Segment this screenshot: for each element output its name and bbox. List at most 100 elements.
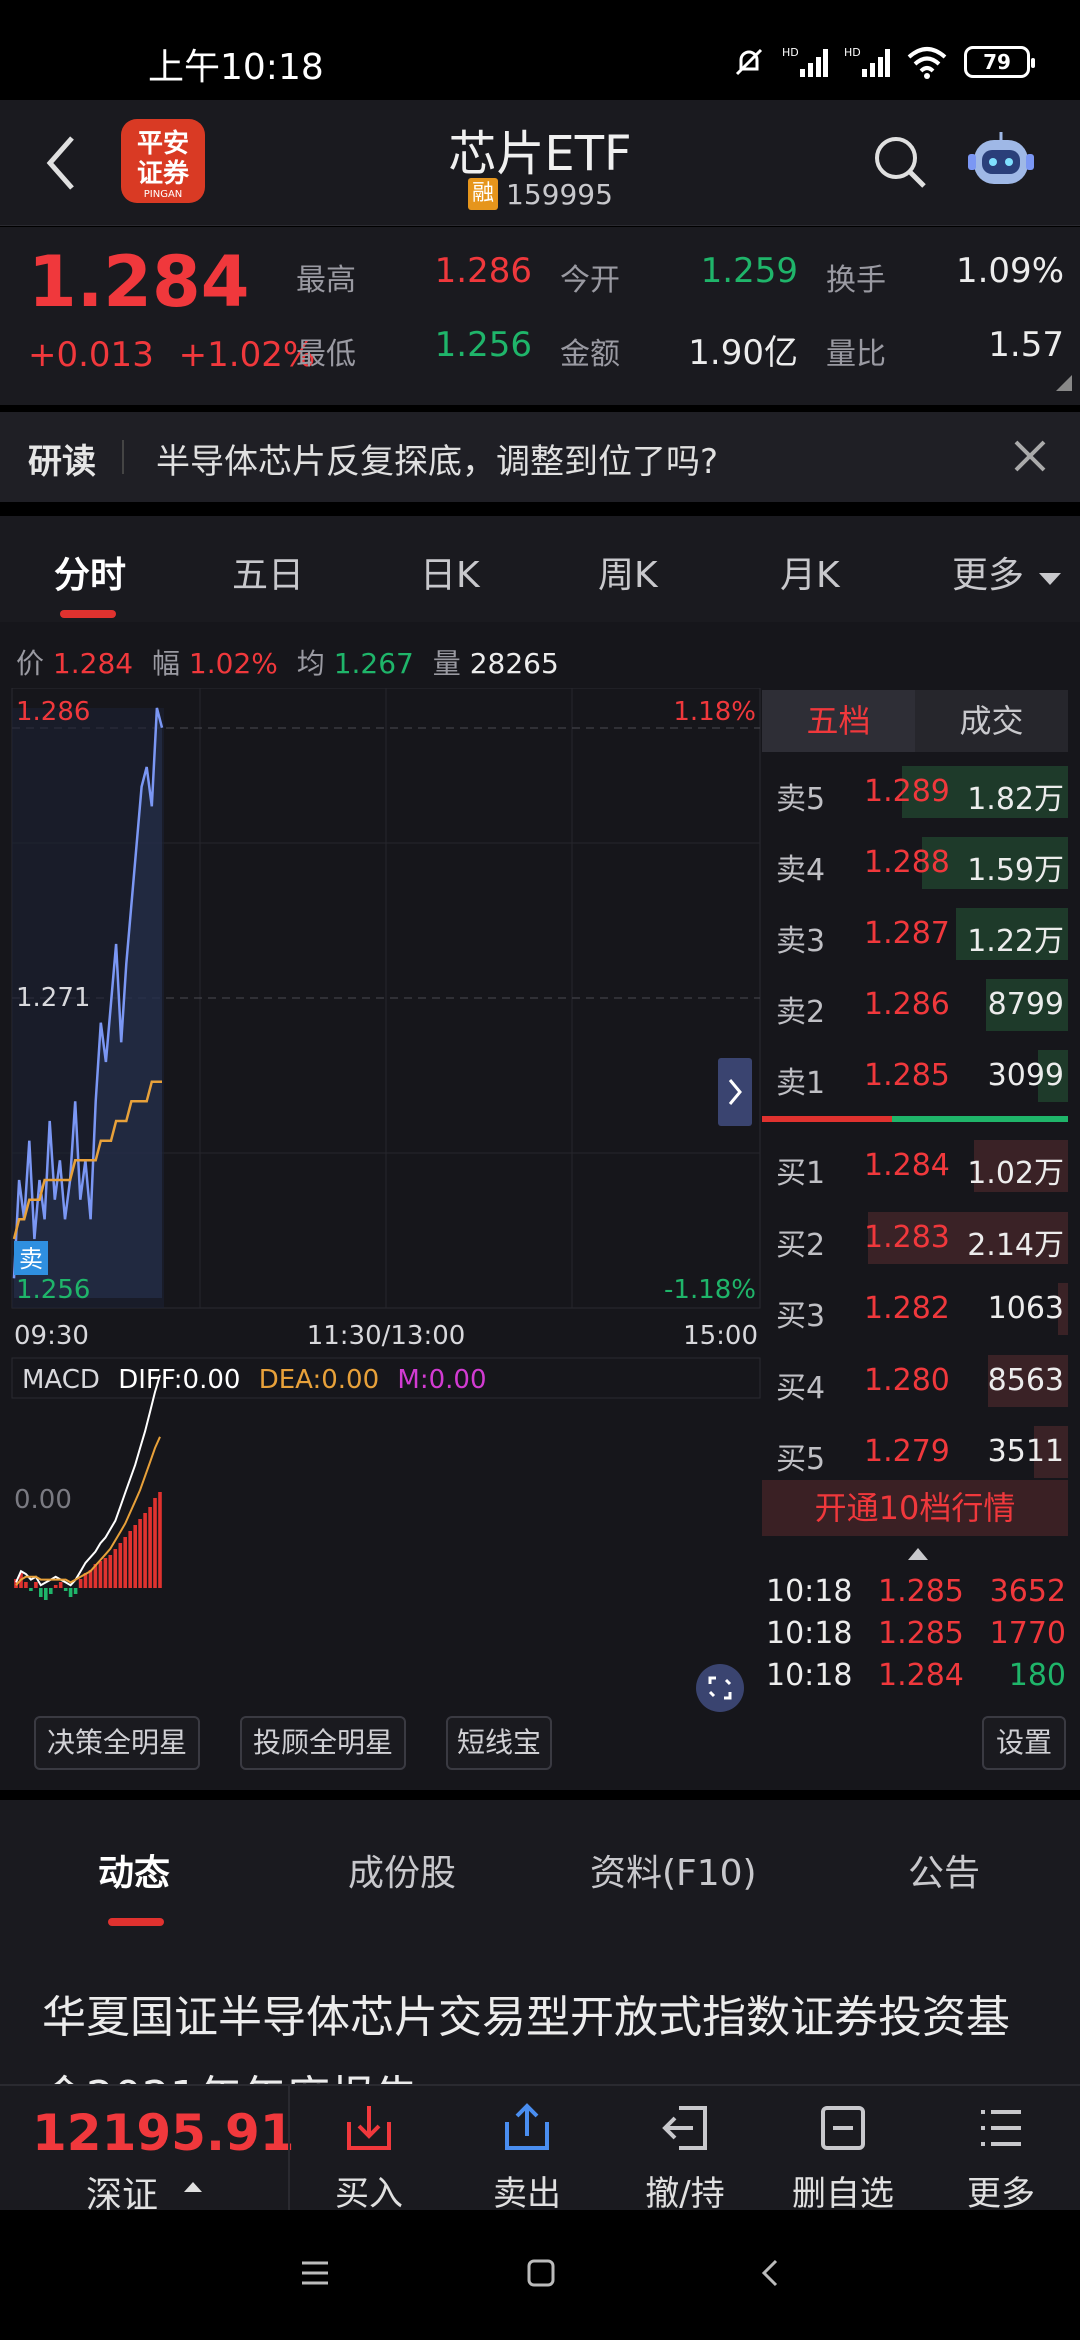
macd-bar [143, 1513, 147, 1588]
tab-intraday[interactable]: 分时 [54, 546, 126, 598]
macd-m: M:0.00 [397, 1365, 486, 1395]
macd-bar [138, 1519, 142, 1588]
logo-sub: PINGAN [143, 189, 183, 200]
trade-time: 10:18 [766, 1658, 853, 1693]
article-item[interactable]: 华夏国证半导体芯片交易型开放式指数证券投资基金2021年年度报告 [0, 1926, 1080, 2084]
index-expand-icon[interactable] [184, 2182, 202, 2192]
cancel-hold-button[interactable]: 撤/持 [610, 2086, 760, 2214]
sell-button[interactable]: 卖出 [452, 2086, 602, 2214]
remove-watchlist-button[interactable]: 删自选 [768, 2086, 918, 2214]
macd-bar [78, 1579, 83, 1588]
level-volume: 1.59万 [967, 853, 1064, 888]
quote-panel[interactable]: 1.284 +0.013 +1.02% 最高 1.286 今开 1.259 换手… [0, 227, 1080, 405]
high-label: 最高 [296, 263, 356, 298]
tool-advisor-star[interactable]: 投顾全明星 [240, 1716, 406, 1770]
y-high-label: 1.286 [16, 697, 90, 727]
tab-constituents[interactable]: 成份股 [348, 1844, 456, 1896]
news-bar[interactable]: 研读 半导体芯片反复探底，调整到位了吗? [0, 412, 1080, 502]
y-low-label: 1.256 [16, 1275, 90, 1305]
avg-label: 均 [296, 647, 325, 680]
macd-bar [24, 1582, 28, 1588]
intraday-chart[interactable]: 1.286 1.271 1.256 1.18% -1.18% 卖 09:30 1… [0, 688, 762, 1728]
ask-row[interactable]: 卖2 1.286 8799 [762, 975, 1068, 1035]
level-price: 1.289 [864, 774, 950, 809]
trade-volume: 3652 [989, 1574, 1066, 1609]
news-headline[interactable]: 半导体芯片反复探底，调整到位了吗? [156, 434, 718, 483]
tab-dynamic[interactable]: 动态 [98, 1844, 170, 1896]
tab-trades[interactable]: 成交 [915, 690, 1068, 752]
tab-announcements[interactable]: 公告 [908, 1844, 980, 1896]
order-book-tabs: 五档 成交 [762, 690, 1068, 752]
bid-row[interactable]: 买5 1.279 3511 [762, 1422, 1068, 1482]
ask-row[interactable]: 卖5 1.289 1.82万 [762, 762, 1068, 822]
settings-button[interactable]: 设置 [982, 1716, 1066, 1770]
y-mid-label: 1.271 [16, 983, 90, 1013]
tab-weekly-k[interactable]: 周K [598, 546, 658, 598]
macd-bar [53, 1585, 58, 1588]
level-label: 卖5 [776, 782, 826, 817]
search-icon[interactable] [872, 134, 928, 190]
more-actions-button[interactable]: 更多 [926, 2086, 1076, 2214]
macd-diff: DIFF:0.00 [118, 1365, 240, 1395]
high-value: 1.286 [434, 251, 532, 291]
back-nav-icon[interactable] [756, 2258, 786, 2288]
open-value: 1.259 [700, 251, 798, 291]
recent-apps-icon[interactable] [300, 2258, 330, 2288]
trade-price: 1.285 [878, 1616, 964, 1651]
status-time: 上午10:18 [148, 47, 324, 88]
tool-short-term[interactable]: 短线宝 [446, 1716, 552, 1770]
tab-f10[interactable]: 资料(F10) [590, 1844, 757, 1896]
assistant-robot-icon[interactable] [968, 130, 1034, 192]
tab-five-day[interactable]: 五日 [232, 546, 304, 598]
tab-more[interactable]: 更多 [952, 546, 1062, 598]
bid-row[interactable]: 买3 1.282 1063 [762, 1279, 1068, 1339]
level-label: 卖1 [776, 1066, 826, 1101]
turnover-label: 换手 [826, 263, 886, 298]
collapse-arrow-icon[interactable] [908, 1548, 928, 1560]
level-volume: 8563 [987, 1362, 1064, 1398]
tab-monthly-k[interactable]: 月K [780, 546, 840, 598]
bid-row[interactable]: 买2 1.283 2.14万 [762, 1208, 1068, 1268]
close-icon[interactable] [1010, 436, 1050, 476]
tab-daily-k[interactable]: 日K [420, 546, 480, 598]
level-label: 卖4 [776, 853, 826, 888]
index-value[interactable]: 12195.91 [32, 2104, 295, 2162]
macd-bar [63, 1588, 68, 1591]
macd-bar [103, 1558, 108, 1588]
fullscreen-button[interactable] [696, 1664, 744, 1712]
svg-text:HD: HD [844, 46, 861, 59]
macd-bar [158, 1492, 162, 1588]
volume-ratio-label: 量比 [826, 337, 886, 372]
level-volume: 3511 [987, 1434, 1064, 1469]
back-icon[interactable] [40, 130, 84, 196]
home-icon[interactable] [526, 2258, 556, 2288]
expand-orderbook-button[interactable] [718, 1058, 752, 1126]
macd-header: MACD DIFF:0.00 DEA:0.00 M:0.00 [22, 1365, 487, 1395]
trade-row: 10:18 1.285 1770 [766, 1616, 1066, 1656]
chart-info-line: 价 1.284 幅 1.02% 均 1.267 量 28265 [16, 642, 559, 682]
mute-icon [735, 48, 763, 76]
bid-row[interactable]: 买1 1.284 1.02万 [762, 1136, 1068, 1196]
change-percent: +1.02% [178, 335, 316, 375]
tab-level5[interactable]: 五档 [762, 690, 915, 752]
ask-row[interactable]: 卖1 1.285 3099 [762, 1046, 1068, 1106]
buy-icon [347, 2106, 391, 2150]
broker-logo: 平安 证券 PINGAN [121, 119, 205, 203]
trade-time: 10:18 [766, 1574, 853, 1609]
margin-tag: 融 [468, 178, 498, 210]
level-label: 买3 [776, 1299, 826, 1334]
ask-row[interactable]: 卖3 1.287 1.22万 [762, 904, 1068, 964]
ask-row[interactable]: 卖4 1.288 1.59万 [762, 833, 1068, 893]
logo-text-2: 证券 [136, 159, 189, 189]
price-label: 价 [16, 647, 45, 680]
macd-bar [34, 1582, 38, 1588]
buy-button[interactable]: 买入 [294, 2086, 444, 2214]
open-level10-button[interactable]: 开通10档行情 [762, 1480, 1068, 1536]
tool-decision-star[interactable]: 决策全明星 [34, 1716, 200, 1770]
bid-row[interactable]: 买4 1.280 8563 [762, 1351, 1068, 1411]
expand-corner-icon[interactable] [1056, 375, 1072, 391]
change-value: +0.013 [28, 335, 154, 375]
macd-bar [123, 1537, 127, 1588]
level-price: 1.284 [864, 1148, 950, 1183]
level-volume: 1063 [987, 1291, 1064, 1326]
